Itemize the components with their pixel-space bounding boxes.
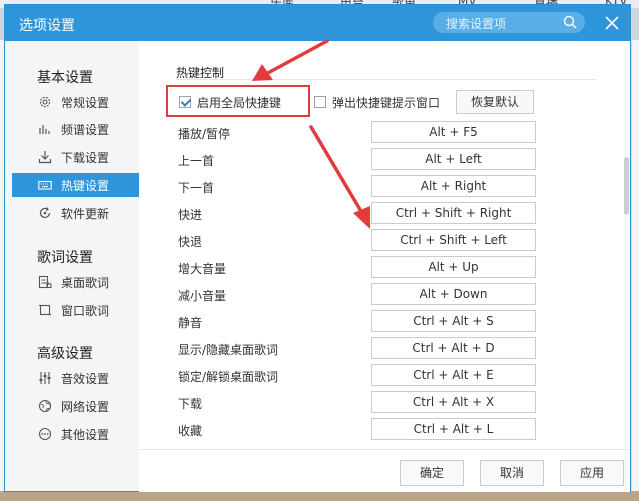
sidebar-item-spectrum[interactable]: 频谱设置 [12, 117, 139, 141]
enable-global-hotkeys-checkbox[interactable] [179, 96, 191, 108]
section-divider [176, 79, 596, 80]
hotkey-action-label: 播放/暂停 [178, 127, 231, 141]
content-scrollbar[interactable] [624, 157, 629, 215]
sidebar-item-desktop-lyrics[interactable]: 桌面歌词 [12, 270, 139, 294]
sidebar-group-advanced: 高级设置 [37, 346, 93, 362]
hotkey-action-label: 上一首 [178, 154, 215, 168]
sidebar-group-basic: 基本设置 [37, 70, 93, 86]
equalizer-icon [39, 372, 51, 384]
ok-button[interactable]: 确定 [400, 460, 464, 486]
hotkey-input-download[interactable]: Ctrl + Alt + X [371, 391, 536, 413]
hotkey-action-label: 减小音量 [178, 289, 227, 303]
sidebar-item-label: 其他设置 [61, 428, 110, 442]
hotkey-action-label: 锁定/解锁桌面歌词 [178, 370, 279, 384]
hotkey-action-label: 收藏 [178, 424, 203, 438]
gear-icon [39, 96, 51, 108]
hotkey-action-label: 下载 [178, 397, 203, 411]
hotkey-action-label: 快进 [178, 208, 203, 222]
show-hotkey-tip-checkbox[interactable] [314, 96, 326, 108]
hotkey-input-volume-up[interactable]: Alt + Up [371, 256, 536, 278]
hotkey-action-label: 显示/隐藏桌面歌词 [178, 343, 279, 357]
apply-button[interactable]: 应用 [560, 460, 624, 486]
enable-global-hotkeys-label[interactable]: 启用全局快捷键 [197, 94, 281, 111]
hotkey-input-mute[interactable]: Ctrl + Alt + S [371, 310, 536, 332]
close-icon[interactable] [603, 14, 621, 32]
sidebar-item-update[interactable]: 软件更新 [12, 201, 139, 225]
sidebar-item-label: 音效设置 [61, 372, 110, 386]
dialog-title: 选项设置 [19, 18, 75, 34]
hotkey-input-previous[interactable]: Alt + Left [371, 148, 536, 170]
hotkey-input-next[interactable]: Alt + Right [371, 175, 536, 197]
spectrum-icon [39, 125, 50, 134]
hotkey-input-play-pause[interactable]: Alt + F5 [371, 121, 536, 143]
hotkey-input-fast-forward[interactable]: Ctrl + Shift + Right [371, 202, 536, 224]
hotkey-input-toggle-desktop-lyrics[interactable]: Ctrl + Alt + D [371, 337, 536, 359]
restore-defaults-button[interactable]: 恢复默认 [456, 90, 534, 114]
sidebar-group-lyrics: 歌词设置 [37, 250, 93, 266]
sidebar-item-general[interactable]: 常规设置 [12, 90, 139, 114]
sidebar-item-sound-effects[interactable]: 音效设置 [12, 366, 139, 390]
hotkey-action-label: 下一首 [178, 181, 215, 195]
cancel-button[interactable]: 取消 [480, 460, 544, 486]
hotkey-settings-panel: 热键控制 启用全局快捷键 弹出快捷键提示窗口 恢复默认 播放/暂停 Alt + … [139, 41, 630, 449]
sidebar-item-label: 网络设置 [61, 400, 110, 414]
background-app-right-edge [631, 40, 639, 501]
more-icon [38, 427, 52, 441]
sidebar-item-label: 下载设置 [61, 151, 110, 165]
download-icon [38, 151, 52, 164]
hotkey-action-label: 增大音量 [178, 262, 227, 276]
settings-search-input[interactable]: 搜索设置项 [433, 12, 585, 33]
search-placeholder: 搜索设置项 [446, 17, 507, 31]
sidebar-item-label: 常规设置 [61, 96, 110, 110]
hotkey-input-rewind[interactable]: Ctrl + Shift + Left [371, 229, 536, 251]
sidebar-item-download[interactable]: 下载设置 [12, 145, 139, 169]
hotkey-input-volume-down[interactable]: Alt + Down [371, 283, 536, 305]
desktop-lyrics-icon [38, 275, 52, 289]
keyboard-icon [38, 180, 52, 190]
window-lyrics-icon [39, 304, 51, 316]
hotkey-action-label: 静音 [178, 316, 203, 330]
dialog-footer: 确定 取消 应用 [139, 449, 630, 492]
sidebar-item-label: 窗口歌词 [61, 304, 110, 318]
sidebar-item-window-lyrics[interactable]: 窗口歌词 [12, 298, 139, 322]
sidebar-item-label: 桌面歌词 [61, 276, 110, 290]
update-icon [39, 207, 51, 219]
network-icon [38, 399, 52, 413]
settings-sidebar: 基本设置 常规设置 频谱设置 下载设置 热键设置 软件更新 歌词设置 桌面歌词 … [5, 41, 139, 491]
sidebar-item-hotkeys[interactable]: 热键设置 [12, 173, 139, 197]
dialog-titlebar: 选项设置 搜索设置项 [5, 5, 630, 41]
sidebar-item-other[interactable]: 其他设置 [12, 422, 139, 446]
hotkey-input-lock-desktop-lyrics[interactable]: Ctrl + Alt + E [371, 364, 536, 386]
hotkey-action-label: 快退 [178, 235, 203, 249]
show-hotkey-tip-label[interactable]: 弹出快捷键提示窗口 [332, 94, 440, 111]
hotkey-input-favorite[interactable]: Ctrl + Alt + L [371, 418, 536, 440]
sidebar-item-label: 频谱设置 [61, 123, 110, 137]
sidebar-item-label: 软件更新 [61, 207, 110, 221]
sidebar-item-network[interactable]: 网络设置 [12, 394, 139, 418]
search-icon[interactable] [563, 15, 577, 29]
sidebar-item-label: 热键设置 [61, 179, 110, 193]
options-dialog: 选项设置 搜索设置项 基本设置 常规设置 频谱设置 下载设置 热键设置 软件更新… [4, 4, 631, 492]
background-app-bottom-edge [0, 491, 639, 501]
